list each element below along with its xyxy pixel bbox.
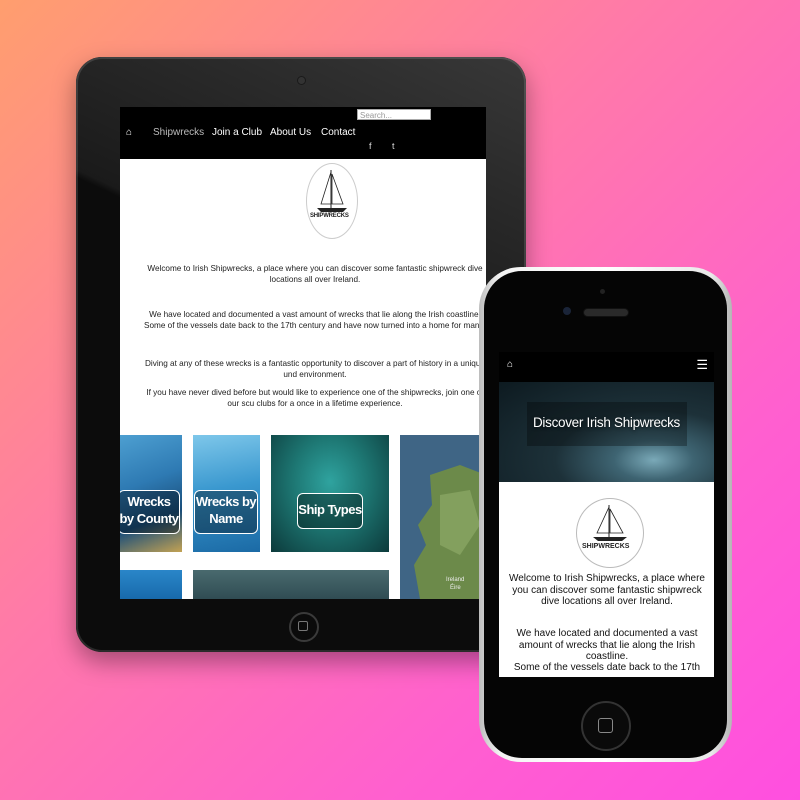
facebook-icon[interactable]: f — [369, 141, 372, 151]
intro-text-1: We have located and documented a vast am… — [149, 310, 481, 319]
tile-map[interactable]: Ireland Éire — [400, 435, 486, 599]
intro-text-1: We have located and documented a vast am… — [516, 628, 698, 662]
nav-shipwrecks[interactable]: Shipwrecks — [153, 127, 204, 138]
phone-navbar: ⌂ ☰ — [499, 352, 714, 382]
clubs-text: If you have never dived before but would… — [146, 388, 484, 408]
svg-text:Éire: Éire — [450, 584, 461, 591]
tablet-camera — [298, 77, 305, 84]
intro-text-2: Some of the vessels date back to the 17t… — [513, 662, 701, 673]
hero-banner: Discover Irish Shipwrecks — [499, 382, 714, 482]
tablet-screen: Search... ⌂ Shipwrecks Join a Club About… — [120, 107, 486, 599]
nav-contact[interactable]: Contact — [321, 127, 355, 138]
diving-text: Diving at any of these wrecks is a fanta… — [145, 359, 485, 379]
sailboat-icon — [317, 170, 347, 212]
tile-bottom-middle[interactable] — [193, 570, 389, 599]
tile-wrecks-by-name[interactable]: Wrecks by Name — [193, 435, 260, 552]
search-input[interactable]: Search... — [357, 109, 431, 120]
phone-camera — [563, 307, 571, 315]
phone-speaker — [584, 309, 628, 316]
welcome-text: Welcome to Irish Shipwrecks, a place whe… — [508, 573, 705, 607]
home-icon[interactable]: ⌂ — [126, 127, 132, 138]
site-logo: SHIPWRECKS — [306, 163, 358, 239]
hamburger-menu-icon[interactable]: ☰ — [696, 357, 708, 373]
map-image: Ireland Éire — [400, 435, 486, 599]
sailboat-icon — [593, 505, 627, 541]
tablet-home-button[interactable] — [289, 612, 319, 642]
welcome-text: Welcome to Irish Shipwrecks, a place whe… — [147, 264, 483, 284]
tile-wrecks-by-county[interactable]: Wrecks by County — [120, 435, 182, 552]
site-logo: SHIPWRECKS — [576, 498, 644, 568]
nav-join-a-club[interactable]: Join a Club — [212, 127, 262, 138]
nav-about-us[interactable]: About Us — [270, 127, 311, 138]
intro-text-2: Some of the vessels date back to the 17t… — [144, 321, 486, 330]
tablet-navbar: Search... ⌂ Shipwrecks Join a Club About… — [120, 107, 486, 159]
phone-screen: ⌂ ☰ Discover Irish Shipwrecks SHIPWRECKS… — [499, 352, 714, 677]
twitter-icon[interactable]: t — [392, 141, 395, 151]
hero-title: Discover Irish Shipwrecks — [532, 415, 681, 430]
tile-bottom-left[interactable] — [120, 570, 182, 599]
phone-home-button[interactable] — [581, 701, 631, 751]
home-icon[interactable]: ⌂ — [507, 359, 513, 370]
svg-text:Ireland: Ireland — [446, 577, 464, 583]
tile-ship-types[interactable]: Ship Types — [271, 435, 389, 552]
